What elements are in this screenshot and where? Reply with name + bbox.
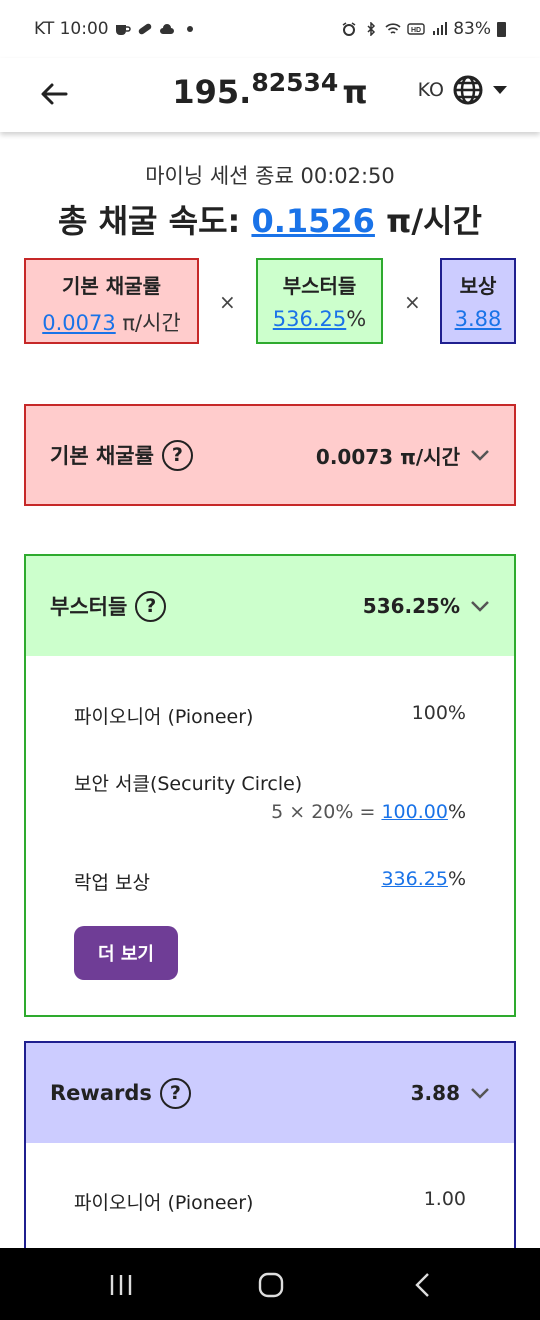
security-circle-calc-prefix: 5 × 20% = (271, 801, 382, 823)
rewards-panel-header[interactable]: Rewards ? 3.88 (26, 1043, 514, 1143)
back-nav-button[interactable] (408, 1270, 438, 1300)
pioneer-reward-row: 파이오니어 (Pioneer) 1.00 (74, 1188, 466, 1215)
lockup-reward-unit: % (447, 868, 466, 890)
language-code: KO (417, 79, 444, 101)
rewards-factor-box: 보상 3.88 (440, 258, 516, 344)
lockup-reward-label: 락업 보상 (74, 872, 150, 894)
boosters-factor-value[interactable]: 536.25 (273, 307, 346, 331)
caret-down-icon (493, 86, 507, 94)
rewards-panel-value: 3.88 (410, 1081, 460, 1105)
chevron-down-icon (471, 450, 489, 461)
rewards-panel-title: Rewards (50, 1081, 152, 1105)
boosters-factor-box: 부스터들 536.25% (256, 258, 383, 344)
alarm-icon (342, 22, 356, 36)
see-more-button[interactable]: 더 보기 (74, 926, 178, 980)
multiply-sign: × (219, 290, 236, 314)
recent-apps-button[interactable] (106, 1270, 136, 1300)
language-selector[interactable]: KO (418, 74, 508, 106)
battery-icon (497, 21, 506, 37)
base-rate-factor-box: 기본 채굴률 0.0073 π/시간 (24, 258, 199, 344)
signal-icon (433, 22, 448, 35)
security-circle-calc: 5 × 20% = 100.00% (271, 801, 466, 823)
help-icon[interactable]: ? (135, 590, 167, 622)
boosters-panel-header[interactable]: 부스터들 ? 536.25% (26, 556, 514, 656)
pioneer-reward-label: 파이오니어 (Pioneer) (74, 1192, 254, 1214)
globe-icon (453, 75, 483, 105)
rewards-factor-value[interactable]: 3.88 (455, 307, 502, 331)
pioneer-reward-value: 1.00 (423, 1188, 466, 1210)
mining-session-status: 마이닝 세션 종료 00:02:50 (145, 164, 395, 188)
total-rate-unit: π/시간 (374, 202, 482, 240)
lockup-reward-row: 락업 보상 336.25% (74, 868, 466, 895)
hd-icon: HD (407, 23, 425, 35)
help-icon[interactable]: ? (161, 439, 193, 471)
pi-symbol: π (342, 73, 368, 111)
base-rate-panel-value: 0.0073 π/시간 (315, 444, 460, 469)
cloud-icon (159, 24, 174, 34)
chevron-down-icon (471, 1088, 489, 1099)
security-circle-calc-value[interactable]: 100.00 (381, 801, 447, 823)
pioneer-booster-label: 파이오니어 (Pioneer) (74, 706, 254, 728)
wifi-icon (385, 23, 401, 34)
help-icon[interactable]: ? (159, 1077, 191, 1109)
rewards-factor-title: 보상 (459, 274, 497, 298)
pill-icon (138, 23, 151, 35)
base-rate-factor-title: 기본 채굴률 (62, 274, 161, 298)
base-rate-factor-unit: π/시간 (115, 311, 181, 335)
base-rate-panel: 기본 채굴률 ? 0.0073 π/시간 (24, 404, 516, 506)
coffee-icon (115, 25, 131, 35)
notification-dot-icon (186, 26, 193, 32)
total-rate-value[interactable]: 0.1526 (251, 202, 374, 240)
multiply-sign: × (404, 290, 421, 314)
base-rate-panel-header[interactable]: 기본 채굴률 ? 0.0073 π/시간 (26, 406, 514, 504)
pioneer-booster-value: 100% (411, 702, 466, 724)
base-rate-factor-value[interactable]: 0.0073 (42, 311, 115, 335)
total-mining-rate: 총 채굴 속도: 0.1526 π/시간 (0, 196, 540, 242)
status-bar: KT 10:00 HD 83% (0, 0, 540, 58)
balance-fraction: 82534 (251, 68, 339, 97)
rewards-panel: Rewards ? 3.88 파이오니어 (Pioneer) 1.00 (24, 1041, 516, 1271)
home-button[interactable] (256, 1270, 286, 1300)
lockup-reward-value[interactable]: 336.25 (381, 868, 447, 890)
total-rate-label: 총 채굴 속도: (58, 202, 252, 240)
boosters-panel-title: 부스터들 (50, 595, 128, 619)
chevron-left-icon (415, 1273, 429, 1297)
boosters-panel: 부스터들 ? 536.25% 파이오니어 (Pioneer) 100% 보안 서… (24, 554, 516, 1017)
battery-percent: 83% (453, 19, 491, 39)
base-rate-panel-title: 기본 채굴률 (50, 444, 154, 468)
pioneer-booster-row: 파이오니어 (Pioneer) 100% (74, 702, 466, 729)
system-navigation-bar (0, 1248, 540, 1320)
boosters-panel-value: 536.25% (362, 594, 460, 618)
boosters-factor-title: 부스터들 (282, 274, 357, 298)
chevron-down-icon (471, 601, 489, 612)
recent-apps-icon (110, 1275, 132, 1295)
bluetooth-icon (367, 22, 376, 36)
home-icon (258, 1272, 284, 1298)
status-time: KT 10:00 (34, 19, 109, 39)
boosters-factor-unit: % (346, 307, 367, 331)
security-circle-row: 보안 서클(Security Circle) (74, 769, 466, 796)
balance-integer: 195. (172, 73, 252, 111)
svg-text:HD: HD (411, 27, 421, 34)
app-header: 195.82534 π KO (0, 58, 540, 132)
security-circle-label: 보안 서클(Security Circle) (74, 773, 303, 795)
security-circle-calc-unit: % (447, 801, 466, 823)
